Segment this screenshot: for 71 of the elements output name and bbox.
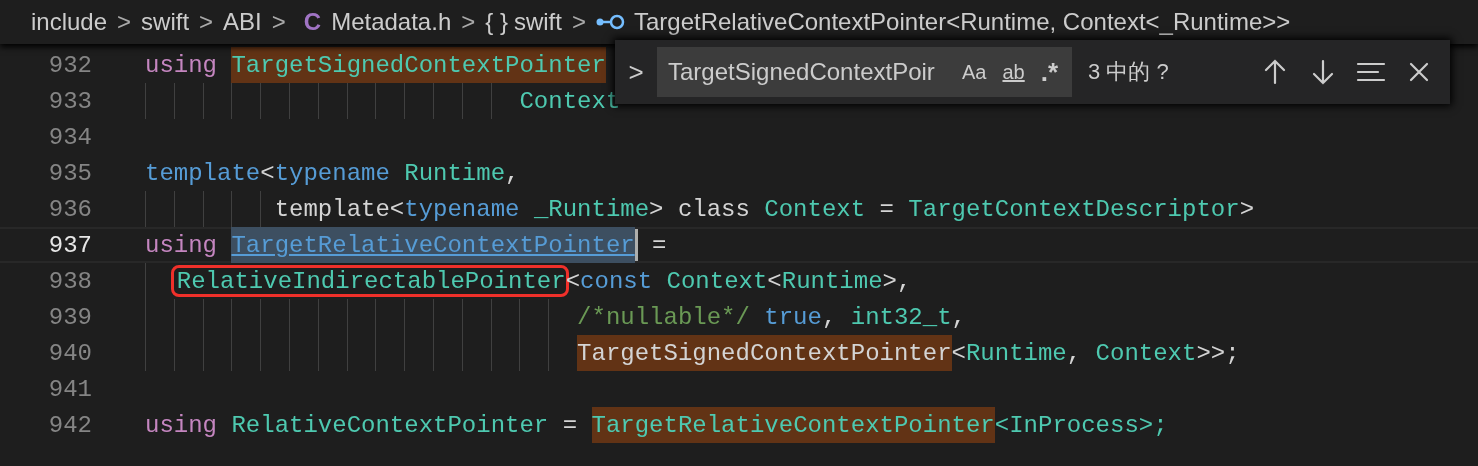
code-token: >>;: [1196, 338, 1240, 369]
line-number: 940: [47, 339, 92, 367]
code-token: Runtime: [781, 266, 883, 297]
code-token: Context: [764, 194, 866, 225]
chevron-separator: >: [117, 8, 132, 36]
code-token: >: [1239, 194, 1255, 225]
chevron-separator: >: [199, 8, 214, 36]
code-token: ,: [821, 302, 838, 333]
breadcrumb-item[interactable]: include: [31, 8, 108, 36]
code-token: <: [767, 266, 782, 297]
code-token: ,: [1066, 338, 1083, 369]
code-token: ,: [505, 158, 520, 189]
code-token: >,: [882, 266, 912, 297]
highlighted-code: TargetRelativeContextPointer: [591, 407, 995, 443]
code-token: true: [764, 302, 822, 333]
code-token: Runtime: [404, 158, 506, 189]
line-number: 939: [47, 303, 92, 331]
code-token: typename: [404, 194, 521, 225]
breadcrumb-item[interactable]: swift: [513, 8, 562, 36]
line-number: 932: [47, 51, 92, 79]
code-token: _Runtime: [533, 194, 650, 225]
code-token: <: [260, 158, 275, 189]
code-token: Runtime: [965, 338, 1067, 369]
code-token: Context: [666, 266, 768, 297]
code-token: typename: [274, 158, 391, 189]
breadcrumb-item[interactable]: TargetRelativeContextPointer<Runtime, Context<_Runtime>>: [633, 8, 1291, 36]
find-field[interactable]: TargetSignedContextPoir Aa ab .*: [657, 47, 1073, 97]
breadcrumb-item[interactable]: swift: [141, 8, 190, 36]
line-number: 942: [47, 411, 92, 439]
code-token: using: [145, 410, 218, 441]
code-token: using: [145, 50, 218, 81]
code-token: <InProcess>;: [994, 410, 1168, 441]
line-number: 941: [47, 375, 92, 403]
breadcrumb-item[interactable]: Metadata.h: [331, 8, 452, 36]
code-token: > class: [649, 194, 751, 225]
code-token: template<: [274, 194, 405, 225]
code-token: Context: [519, 86, 621, 117]
code-token: ,: [951, 302, 966, 333]
highlighted-code: TargetSignedContextPointer: [231, 47, 606, 83]
line-number: 936: [47, 195, 92, 223]
expand-toggle[interactable]: >: [615, 56, 657, 88]
code-token: /*nullable*/: [577, 302, 751, 333]
code-token: template: [145, 158, 261, 189]
code-token: int32_t: [850, 302, 952, 333]
line-number: 934: [47, 123, 92, 151]
match-case-toggle[interactable]: Aa: [958, 57, 991, 87]
c-file-icon: C: [303, 8, 322, 36]
line-number: 935: [47, 159, 92, 187]
code-token: using: [145, 230, 218, 261]
namespace-icon: { }: [485, 8, 508, 36]
code-token: =: [878, 194, 895, 225]
line-number: 938: [47, 267, 92, 295]
chevron-separator: >: [571, 8, 586, 36]
line-number: 933: [47, 87, 92, 115]
match-count: 3 中的 ?: [1088, 58, 1169, 86]
chevron-separator: >: [461, 8, 476, 36]
code-token: const: [580, 266, 654, 297]
symbol-icon: [595, 14, 626, 30]
highlighted-code: TargetSignedContextPointer: [577, 335, 952, 371]
code-token: <: [951, 338, 966, 369]
code-token: TargetContextDescriptor: [908, 194, 1240, 225]
line-number: 937: [47, 231, 92, 259]
breadcrumb-item[interactable]: ABI: [223, 8, 262, 36]
code-token: =: [651, 230, 667, 261]
highlighted-code: TargetRelativeContextPointer: [231, 227, 635, 263]
code-token: Context: [1095, 338, 1197, 369]
chevron-separator: >: [271, 8, 286, 36]
regex-toggle[interactable]: .*: [1036, 53, 1063, 91]
whole-word-toggle[interactable]: ab: [998, 57, 1029, 87]
code-token: RelativeContextPointer: [231, 410, 549, 441]
code-token: =: [561, 410, 579, 441]
